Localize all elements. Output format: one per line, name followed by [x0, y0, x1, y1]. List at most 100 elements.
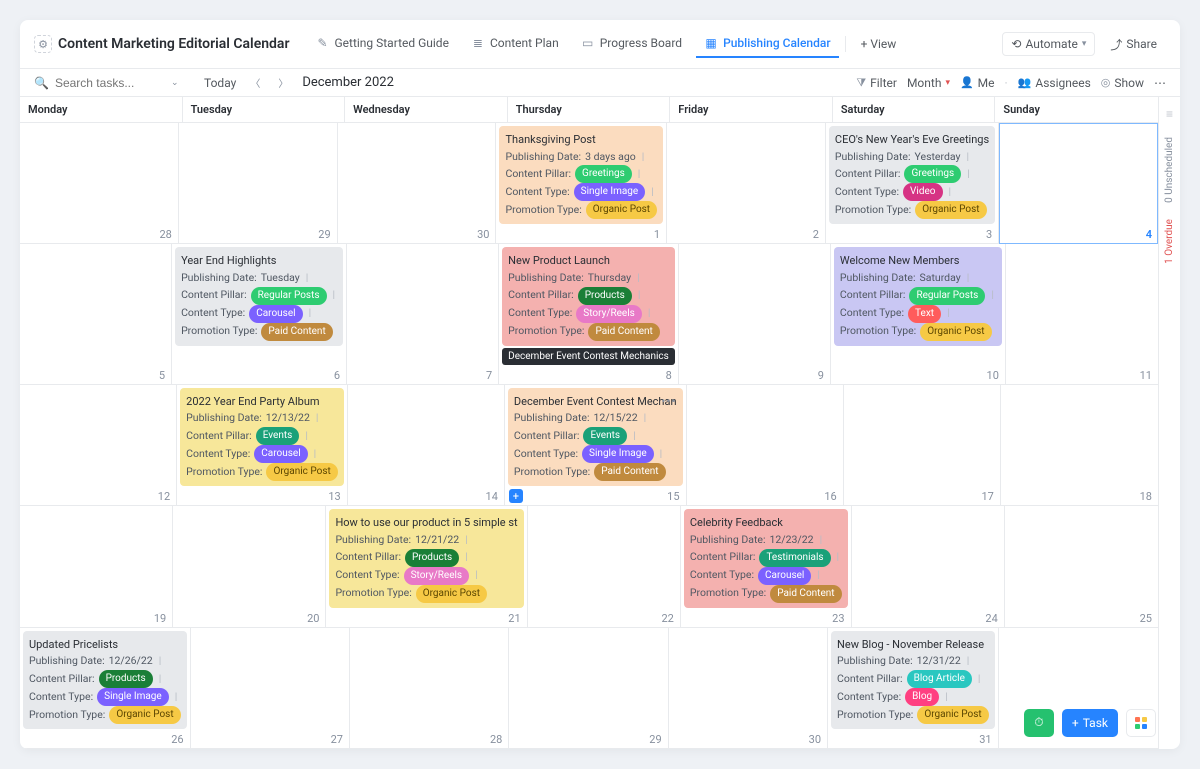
share-label: Share [1126, 37, 1157, 51]
prev-button[interactable]: 〈 [246, 75, 264, 90]
calendar-cell[interactable]: CEO's New Year's Eve GreetingsPublishing… [826, 123, 999, 244]
me-button[interactable]: 👤Me [960, 76, 995, 90]
add-event-button[interactable]: + [509, 489, 523, 503]
search-input[interactable] [55, 76, 165, 90]
automate-button[interactable]: ⟲ Automate ▾ [1002, 32, 1095, 56]
app-window: ⚙ Content Marketing Editorial Calendar ✎… [20, 20, 1180, 749]
unscheduled-label[interactable]: 0 Unscheduled [1164, 137, 1175, 203]
person-icon: 👤 [960, 76, 974, 89]
calendar-cell[interactable]: 5 [20, 244, 172, 384]
overdue-label[interactable]: 1 Overdue [1164, 219, 1175, 264]
day-number: 31 [979, 733, 991, 746]
day-number: 11 [1140, 369, 1152, 382]
calendar-cell[interactable]: 18 [1001, 385, 1158, 506]
calendar-cell[interactable]: New Blog - November ReleasePublishing Da… [828, 628, 999, 749]
calendar-cell[interactable]: 25 [1005, 506, 1158, 627]
field-type: Content Type: Single Image| [29, 688, 181, 706]
calendar-cell[interactable]: 17 [844, 385, 1001, 506]
day-header: Sunday [995, 97, 1158, 122]
doc-icon: ✎ [315, 36, 329, 50]
event-card[interactable]: 2022 Year End Party AlbumPublishing Date… [180, 388, 344, 486]
calendar-cell[interactable]: Celebrity FeedbackPublishing Date: 12/23… [681, 506, 852, 627]
tab-getting-started[interactable]: ✎ Getting Started Guide [307, 30, 456, 58]
tab-content-plan[interactable]: ≣ Content Plan [463, 30, 567, 58]
calendar-cell[interactable]: How to use our product in 5 simple stPub… [326, 506, 527, 627]
event-card[interactable]: Thanksgiving PostPublishing Date: 3 days… [499, 126, 663, 224]
calendar-cell[interactable]: Welcome New MembersPublishing Date: Satu… [831, 244, 1006, 384]
calendar-cell[interactable]: 28 [350, 628, 509, 749]
field-pillar: Content Pillar: Products| [508, 287, 669, 305]
tab-publishing-calendar[interactable]: ▦ Publishing Calendar [696, 30, 839, 58]
calendar-cell[interactable]: 24 [852, 506, 1005, 627]
new-task-button[interactable]: +Task [1062, 709, 1118, 737]
bolt-icon: ⟲ [1011, 37, 1021, 51]
calendar-cell[interactable]: 4 [999, 123, 1158, 244]
calendar-cell[interactable]: 20 [173, 506, 326, 627]
assignees-button[interactable]: 👥Assignees [1018, 76, 1091, 90]
tab-label: Content Plan [490, 36, 559, 50]
field-type: Content Type: Text| [840, 305, 996, 323]
calendar-cell[interactable]: 28 [20, 123, 179, 244]
calendar-cell[interactable]: 7 [347, 244, 499, 384]
floating-buttons: ⏱ +Task [1024, 709, 1156, 737]
calendar-cell[interactable]: 14 [348, 385, 505, 506]
overflow-event-bar[interactable]: December Event Contest Mechanics [502, 348, 675, 365]
page-title: Content Marketing Editorial Calendar [58, 36, 289, 52]
today-button[interactable]: Today [204, 76, 236, 90]
event-card[interactable]: CEO's New Year's Eve GreetingsPublishing… [829, 126, 995, 224]
calendar-cell[interactable]: 30 [669, 628, 828, 749]
calendar-cell[interactable]: Thanksgiving PostPublishing Date: 3 days… [496, 123, 667, 244]
field-pub: Publishing Date: 3 days ago| [505, 149, 657, 166]
calendar-cell[interactable]: 16 [687, 385, 844, 506]
filter-button[interactable]: ⧩Filter [856, 76, 897, 90]
calendar-cell[interactable]: 29 [179, 123, 338, 244]
calendar-cell[interactable]: 9 [679, 244, 831, 384]
day-number: 4 [1146, 228, 1152, 241]
field-type: Content Type: Story/Reels| [335, 567, 517, 585]
calendar-cell[interactable]: •••December Event Contest MechanPublishi… [505, 385, 687, 506]
calendar-cell[interactable]: Updated PricelistsPublishing Date: 12/26… [20, 628, 191, 749]
next-button[interactable]: 〉 [274, 75, 292, 90]
calendar-cell[interactable]: 2 [667, 123, 826, 244]
more-menu[interactable]: ⋯ [1154, 76, 1166, 90]
day-header: Wednesday [345, 97, 508, 122]
calendar-cell[interactable]: 2022 Year End Party AlbumPublishing Date… [177, 385, 348, 506]
calendar-cell[interactable]: 19 [20, 506, 173, 627]
tab-progress-board[interactable]: ▭ Progress Board [573, 30, 690, 58]
event-card[interactable]: •••December Event Contest MechanPublishi… [508, 388, 683, 486]
event-card[interactable]: How to use our product in 5 simple stPub… [329, 509, 523, 607]
month-label: December 2022 [302, 75, 394, 90]
field-pillar: Content Pillar: Regular Posts| [181, 287, 337, 305]
dot-sep: · [1005, 76, 1008, 90]
timer-button[interactable]: ⏱ [1024, 709, 1054, 737]
calendar-cell[interactable]: 27 [191, 628, 350, 749]
day-number: 25 [1140, 612, 1152, 625]
range-button[interactable]: Month▾ [907, 76, 950, 90]
calendar-cell[interactable]: Year End HighlightsPublishing Date: Tues… [172, 244, 347, 384]
event-title: Year End Highlights [181, 252, 337, 270]
settings-icon[interactable]: ⚙ [34, 35, 52, 53]
rail-toggle-icon[interactable]: ≡ [1166, 107, 1173, 121]
day-header-row: MondayTuesdayWednesdayThursdayFridaySatu… [20, 97, 1158, 123]
calendar-cell[interactable]: 29 [509, 628, 668, 749]
day-number: 12 [158, 490, 170, 503]
event-card[interactable]: Welcome New MembersPublishing Date: Satu… [834, 247, 1002, 345]
event-card[interactable]: Year End HighlightsPublishing Date: Tues… [175, 247, 343, 345]
field-promo: Promotion Type: Paid Content [181, 323, 337, 341]
calendar-cell[interactable]: 12 [20, 385, 177, 506]
calendar-cell[interactable]: New Product LaunchPublishing Date: Thurs… [499, 244, 679, 384]
calendar-cell[interactable]: 30 [338, 123, 497, 244]
calendar-cell[interactable]: 22 [528, 506, 681, 627]
calendar-cell[interactable]: 11 [1006, 244, 1158, 384]
day-number: 27 [331, 733, 343, 746]
more-icon[interactable]: ••• [661, 392, 676, 411]
show-button[interactable]: ◎Show [1101, 76, 1144, 90]
apps-button[interactable] [1126, 709, 1156, 737]
add-view-button[interactable]: + View [852, 32, 906, 56]
event-card[interactable]: Celebrity FeedbackPublishing Date: 12/23… [684, 509, 848, 607]
day-header: Friday [670, 97, 833, 122]
share-button[interactable]: ⤴ Share [1101, 31, 1166, 58]
event-card[interactable]: New Product LaunchPublishing Date: Thurs… [502, 247, 675, 345]
chevron-down-icon[interactable]: ⌄ [171, 78, 179, 88]
field-pub: Publishing Date: 12/31/22| [837, 653, 989, 670]
